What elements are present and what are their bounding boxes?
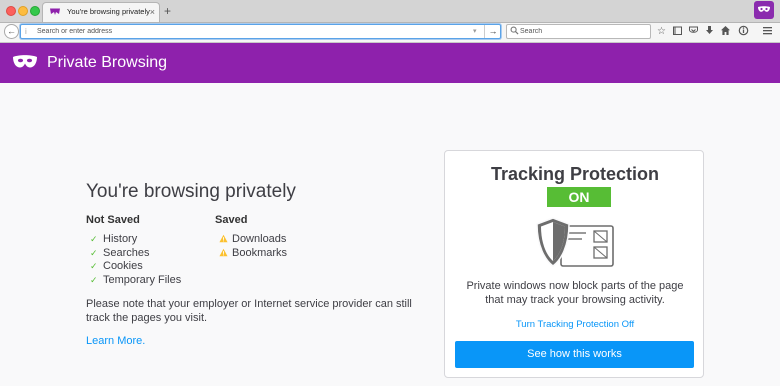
tracking-protection-card: Tracking Protection ON Private windows n… xyxy=(444,150,704,378)
tracking-description: Private windows now block parts of the p… xyxy=(466,280,684,306)
turn-off-tracking-link[interactable]: Turn Tracking Protection Off xyxy=(445,319,705,331)
tracking-protection-illustration xyxy=(536,217,614,267)
tracking-status-badge: ON xyxy=(547,187,611,207)
see-how-this-works-button[interactable]: See how this works xyxy=(455,341,694,368)
tracking-protection-title: Tracking Protection xyxy=(490,164,660,184)
